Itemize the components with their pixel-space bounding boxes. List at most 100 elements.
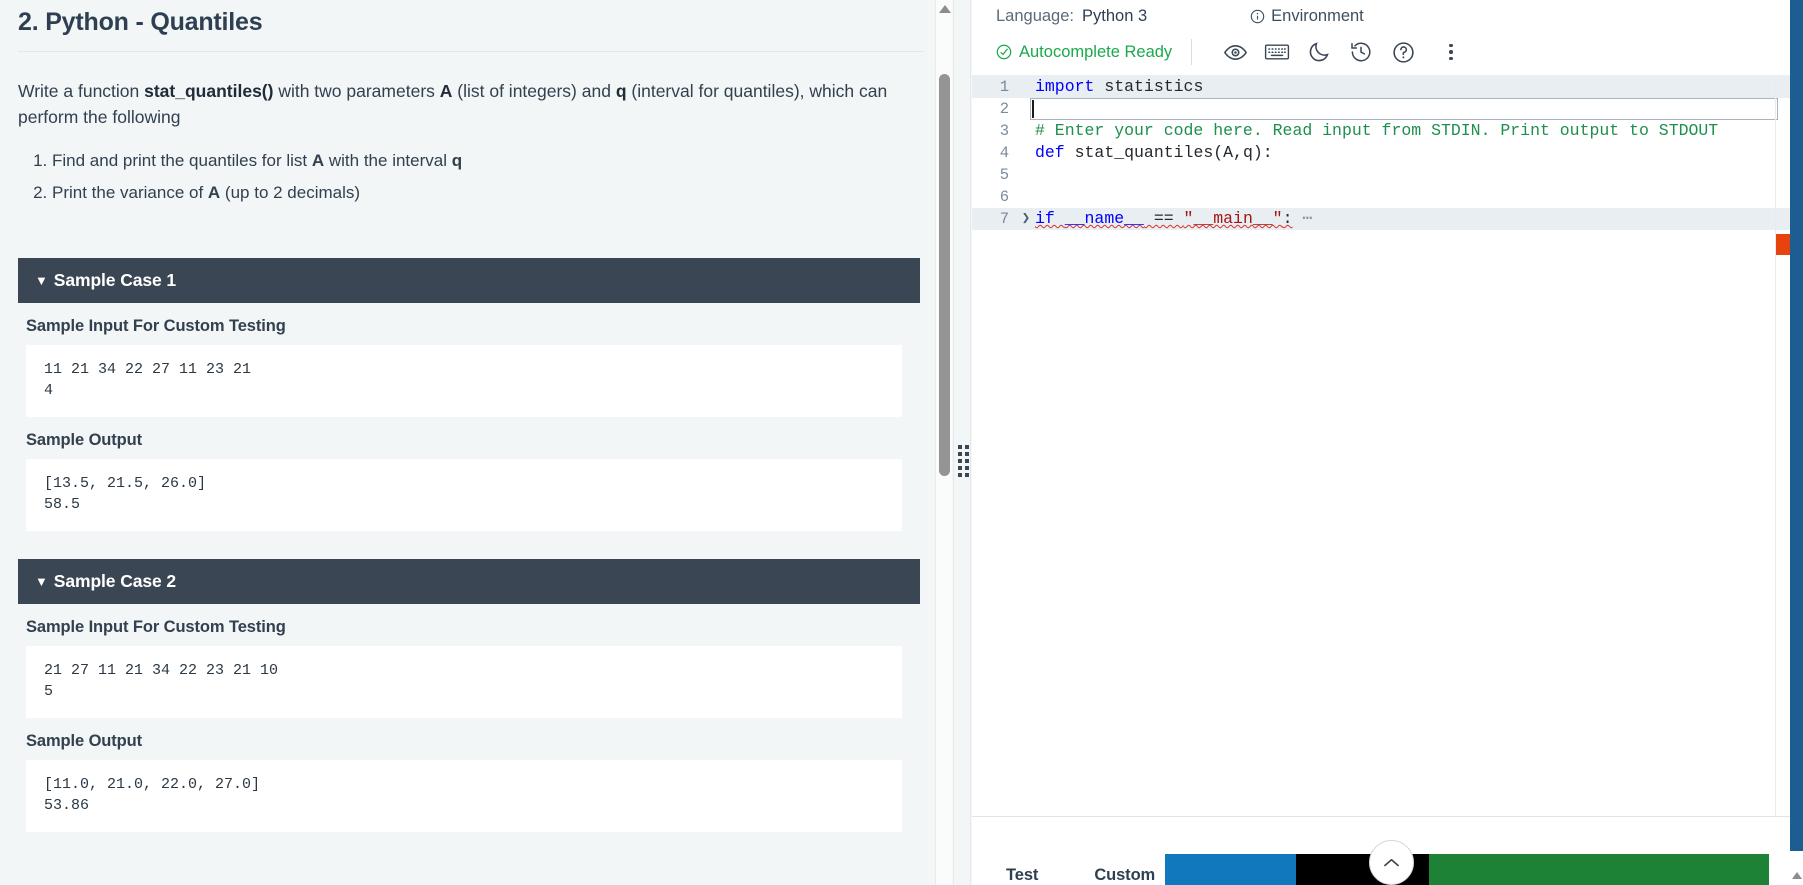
keyboard-icon[interactable] — [1256, 35, 1298, 69]
code-token: "__main__" — [1183, 209, 1283, 228]
environment-button[interactable]: Environment — [1250, 7, 1364, 26]
desc-function-name: stat_quantiles() — [144, 81, 274, 101]
scroll-up-arrow-icon[interactable] — [936, 0, 953, 18]
line-number: 5 — [999, 166, 1009, 184]
desc-prefix: Write a function — [18, 81, 145, 101]
history-icon[interactable] — [1340, 35, 1382, 69]
page-scrollbar[interactable] — [1790, 0, 1803, 885]
problem-description: Write a function stat_quantiles() with t… — [18, 78, 918, 130]
code-line-text: def stat_quantiles(A,q): — [1033, 142, 1790, 164]
sample-case-1-input-label: Sample Input For Custom Testing — [26, 317, 286, 335]
page-scrollbar-thumb[interactable] — [1790, 0, 1803, 851]
fold-gutter-spacer — [1019, 164, 1033, 186]
desc-mid1: with two parameters — [273, 81, 440, 101]
autocomplete-status: Autocomplete Ready — [996, 43, 1172, 62]
sample-case-2-input-value: 21 27 11 21 34 22 23 21 10 5 — [26, 646, 902, 718]
code-line-text: import statistics — [1033, 76, 1790, 98]
code-lines-container[interactable]: 1 import statistics 2 3 # Enter your code h… — [972, 76, 1790, 230]
fold-gutter-spacer — [1019, 98, 1033, 120]
code-token: stat_quantiles(A,q): — [1064, 143, 1273, 162]
code-editor-text-area[interactable]: 1 import statistics 2 3 # Enter your code h… — [972, 76, 1790, 816]
moon-icon[interactable] — [1298, 35, 1340, 69]
code-token: statistics — [1094, 77, 1204, 96]
problem-statement-content: 2. Python - Quantiles Write a function s… — [0, 0, 932, 832]
req-mid: with the interval — [324, 151, 452, 170]
error-marker[interactable] — [1776, 234, 1790, 255]
line-number: 7 — [999, 210, 1009, 228]
code-token: # Enter your code here. Read input from … — [1035, 121, 1719, 140]
sample-case-1-header[interactable]: ▼ Sample Case 1 — [18, 258, 920, 303]
tab-test-against-custom-input[interactable]: Test — [1006, 850, 1038, 885]
fold-gutter-spacer — [1019, 142, 1033, 164]
line-number: 6 — [999, 188, 1009, 206]
environment-label: Environment — [1271, 6, 1364, 25]
tab-custom-input[interactable]: Custom — [1094, 850, 1155, 885]
run-code-button[interactable] — [1165, 854, 1296, 885]
sample-case-2: ▼ Sample Case 2 Sample Input For Custom T… — [18, 559, 920, 832]
text-caret — [1032, 100, 1034, 118]
app-root: 2. Python - Quantiles Write a function s… — [0, 0, 1803, 885]
code-token: ⋯ — [1292, 209, 1313, 228]
req-pre: Find and print the quantiles for list — [52, 151, 312, 170]
code-line[interactable]: 6 — [972, 186, 1790, 208]
sample-case-2-input-label: Sample Input For Custom Testing — [26, 618, 286, 636]
code-token: if — [1035, 209, 1065, 228]
code-line[interactable]: 2 — [972, 98, 1790, 120]
editor-header-row-toolbar: Autocomplete Ready — [972, 32, 1790, 72]
scroll-down-arrow-icon[interactable] — [1790, 865, 1803, 885]
desc-mid2: (list of integers) and — [452, 81, 616, 101]
editor-header: Language: Python 3 Environment Autocompl… — [972, 0, 1790, 76]
code-line[interactable]: 7 ❯ if __name__ == "__main__": ⋯ — [972, 208, 1790, 230]
toolbar-divider — [1191, 39, 1193, 65]
submit-code-button[interactable] — [1429, 854, 1769, 885]
sample-case-1-output-value: [13.5, 21.5, 26.0] 58.5 — [26, 459, 902, 531]
kebab-menu-icon[interactable] — [1436, 35, 1466, 69]
sample-case-2-header[interactable]: ▼ Sample Case 2 — [18, 559, 920, 604]
code-token: import — [1035, 77, 1095, 96]
sample-case-1: ▼ Sample Case 1 Sample Input For Custom T… — [18, 258, 920, 531]
problem-pane-scrollbar[interactable] — [935, 0, 952, 885]
language-value[interactable]: Python 3 — [1082, 7, 1147, 26]
req-bold-2: q — [451, 151, 463, 170]
editor-scroll-track[interactable] — [1775, 76, 1776, 816]
splitter-grip-handle[interactable] — [958, 445, 969, 481]
code-line[interactable]: 3 # Enter your code here. Read input from… — [972, 120, 1790, 142]
fold-gutter-spacer — [1019, 186, 1033, 208]
info-icon — [1250, 9, 1265, 23]
fold-toggle-icon[interactable]: ❯ — [1019, 208, 1033, 230]
scrollbar-thumb[interactable] — [939, 74, 950, 476]
requirement-item: Find and print the quantiles for list A … — [52, 148, 910, 174]
problem-statement-pane: 2. Python - Quantiles Write a function s… — [0, 0, 952, 885]
bottom-tab-group: Test Custom — [972, 850, 1155, 885]
help-icon[interactable] — [1382, 35, 1424, 69]
line-number: 2 — [999, 100, 1009, 118]
pane-splitter[interactable] — [953, 0, 971, 885]
language-label: Language: — [996, 6, 1074, 25]
code-line[interactable]: 1 import statistics — [972, 76, 1790, 98]
eye-icon[interactable] — [1214, 35, 1256, 69]
fold-gutter-spacer — [1019, 76, 1033, 98]
sample-case-1-title: Sample Case 1 — [53, 270, 177, 290]
title-divider — [18, 51, 923, 52]
desc-param-q: q — [615, 81, 627, 101]
code-line[interactable]: 5 — [972, 164, 1790, 186]
requirement-item: Print the variance of A (up to 2 decimal… — [52, 180, 910, 206]
check-circle-icon — [996, 44, 1012, 60]
req-bold-1: A — [311, 151, 325, 170]
desc-param-a: A — [439, 81, 453, 101]
code-line-text: # Enter your code here. Read input from … — [1033, 120, 1790, 142]
chevron-down-icon: ▼ — [35, 574, 48, 589]
line-number: 1 — [999, 78, 1009, 96]
collapse-panel-toggle[interactable] — [1369, 840, 1414, 885]
sample-case-2-title: Sample Case 2 — [53, 571, 177, 591]
sample-case-1-output-label: Sample Output — [26, 431, 143, 449]
sample-case-2-output-label: Sample Output — [26, 732, 143, 750]
code-token: __name__ — [1064, 209, 1144, 228]
chevron-up-icon — [1384, 858, 1399, 866]
code-line-text: if __name__ == "__main__": ⋯ — [1033, 208, 1790, 230]
code-line[interactable]: 4 def stat_quantiles(A,q): — [972, 142, 1790, 164]
req-mid: (up to 2 decimals) — [220, 183, 361, 202]
